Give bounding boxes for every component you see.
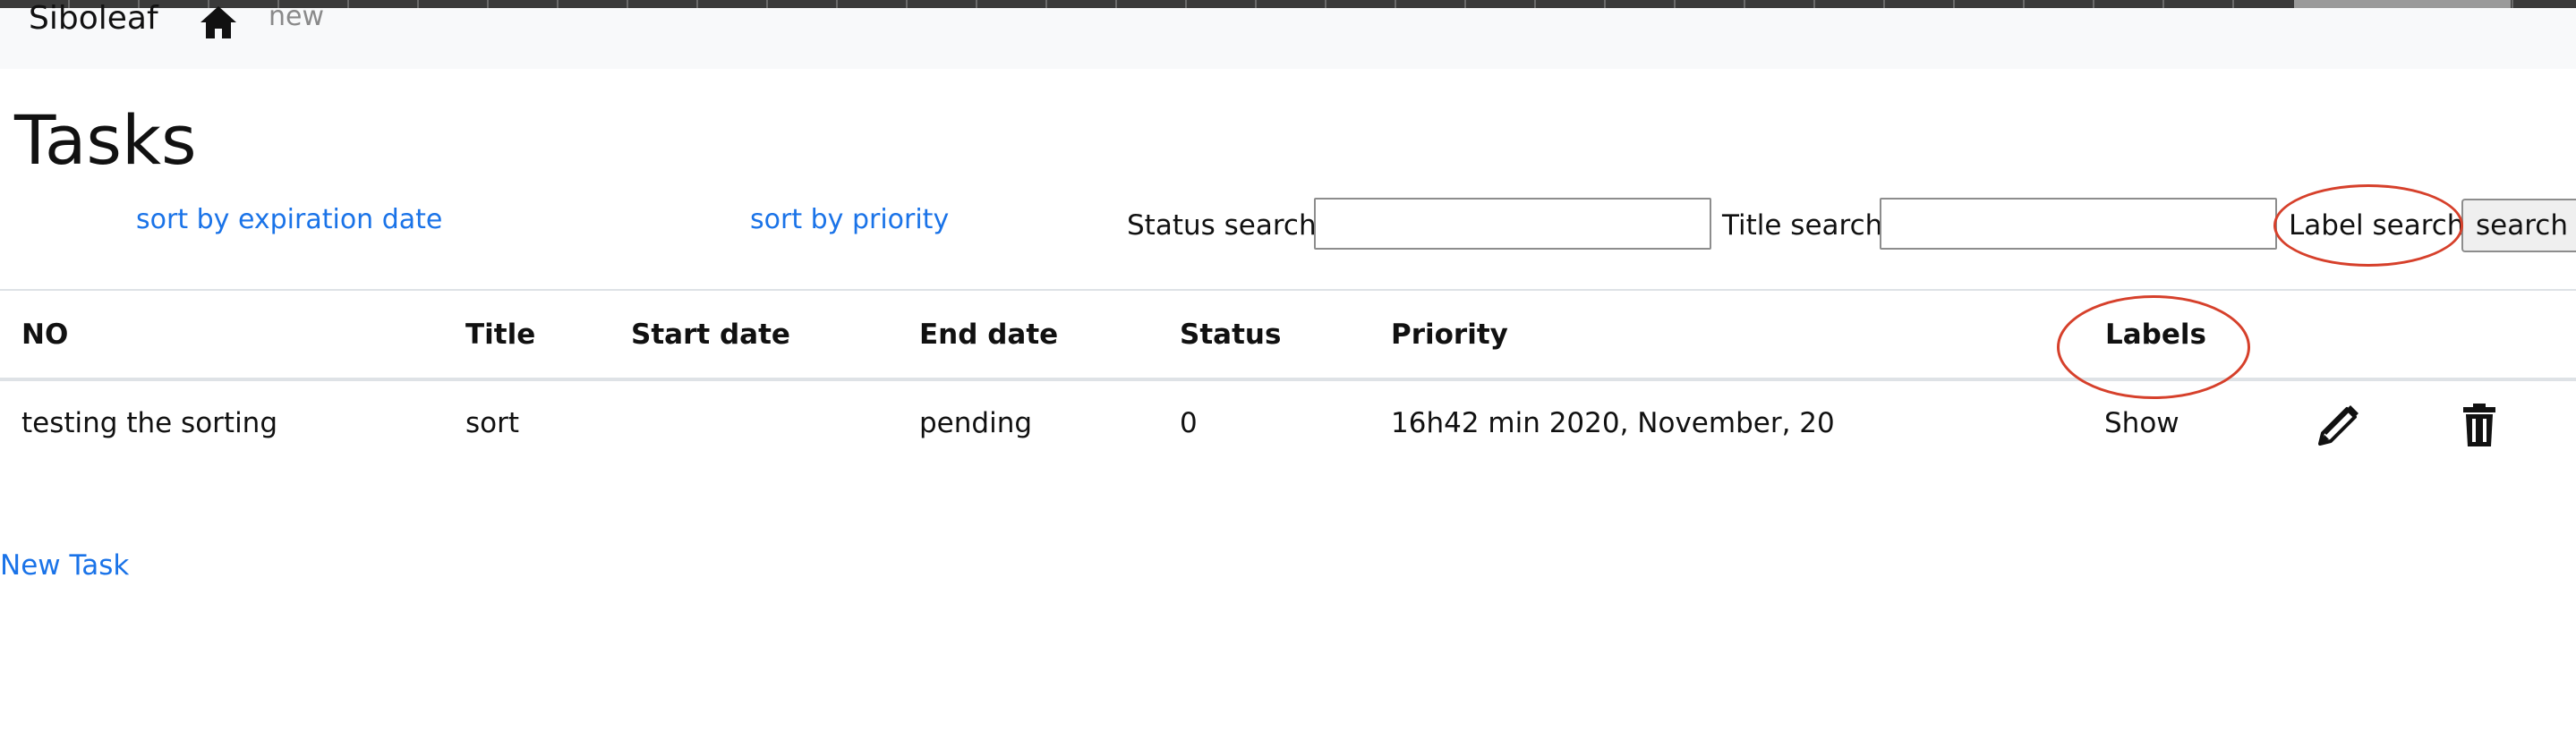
cell-title: sort [465,407,520,439]
title-search-label: Title search [1722,209,1883,242]
header-start-date: Start date [631,319,790,351]
sort-by-expiration-link[interactable]: sort by expiration date [136,204,442,236]
cell-end-date: pending [919,407,1033,439]
browser-top-strip [0,0,2576,8]
new-link[interactable]: new [269,0,324,35]
annotation-circle-labels [2057,295,2250,399]
trash-icon[interactable] [2452,399,2506,453]
new-task-link[interactable]: New Task [0,549,129,582]
sort-by-priority-link[interactable]: sort by priority [750,204,949,236]
annotation-circle-label-search [2273,184,2463,267]
home-icon[interactable] [199,4,238,40]
header-title: Title [465,319,536,351]
browser-tab-highlight [2294,0,2511,8]
pencil-icon[interactable] [2311,399,2365,453]
cell-priority: 16h42 min 2020, November, 20 [1391,407,1835,439]
navbar: Siboleaf new [0,1,2576,69]
show-labels-link[interactable]: Show [2104,407,2179,439]
header-priority: Priority [1391,319,1508,351]
header-end-date: End date [919,319,1059,351]
header-no: NO [21,319,69,351]
page-title: Tasks [14,100,197,180]
cell-no: testing the sorting [21,407,278,439]
title-search-input[interactable] [1880,198,2277,250]
table-top-border [0,289,2576,291]
cell-status: 0 [1180,407,1198,439]
status-search-label: Status search [1127,209,1317,242]
search-button[interactable]: search [2461,199,2576,252]
navbar-brand[interactable]: Siboleaf [29,1,158,37]
status-search-input[interactable] [1314,198,1711,250]
header-status: Status [1180,319,1282,351]
